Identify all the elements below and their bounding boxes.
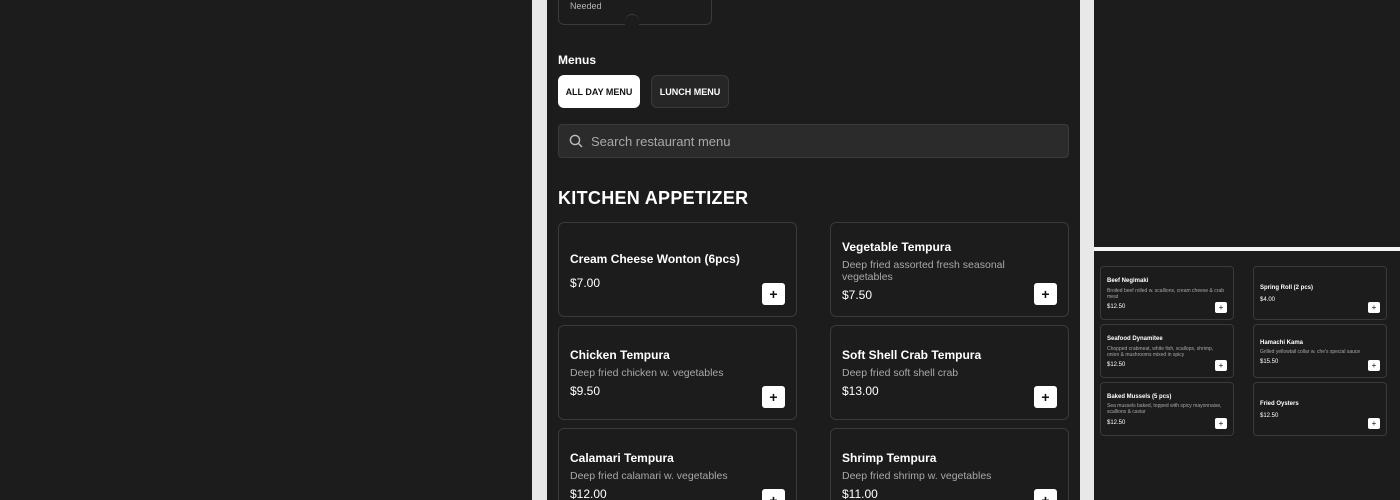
menu-item-card[interactable]: Shrimp Tempura Deep fried shrimp w. vege… (830, 428, 1069, 500)
preview-pane: Beef Negimaki Broiled beef rolled w. sca… (1094, 0, 1400, 500)
item-description: Deep fried shrimp w. vegetables (842, 470, 992, 482)
preview-item-name: Baked Mussels (5 pcs) (1107, 394, 1172, 400)
item-name: Chicken Tempura (570, 348, 670, 362)
add-item-button[interactable]: + (1034, 386, 1057, 408)
item-description: Deep fried calamari w. vegetables (570, 470, 728, 482)
preview-item-name: Spring Roll (2 pcs) (1260, 285, 1314, 291)
menu-item-card[interactable]: Vegetable Tempura Deep fried assorted fr… (830, 222, 1069, 317)
menu-item-card[interactable]: Calamari Tempura Deep fried calamari w. … (558, 428, 797, 500)
item-name: Vegetable Tempura (842, 240, 952, 254)
frame-gutter-left (532, 0, 547, 500)
preview-item-price: $12.50 (1260, 413, 1279, 419)
menu-item-card[interactable]: Chicken Tempura Deep fried chicken w. ve… (558, 325, 797, 420)
info-card: Needed (558, 0, 712, 28)
add-item-button[interactable]: + (1034, 283, 1057, 305)
item-description: Deep fried assorted fresh seasonal veget… (842, 259, 1005, 283)
preview-add-button[interactable]: + (1215, 360, 1227, 371)
preview-add-button[interactable]: + (1368, 360, 1380, 371)
add-item-button[interactable]: + (762, 489, 785, 500)
item-description: Deep fried chicken w. vegetables (570, 367, 724, 379)
item-price: $11.00 (842, 487, 878, 500)
item-name: Soft Shell Crab Tempura (842, 348, 982, 362)
preview-item-price: $12.50 (1107, 420, 1126, 426)
all-day-menu-button[interactable]: ALL DAY MENU (558, 75, 640, 108)
item-price: $7.00 (570, 276, 601, 290)
preview-add-button[interactable]: + (1368, 418, 1380, 429)
item-price: $13.00 (842, 384, 879, 398)
item-price: $9.50 (570, 384, 601, 398)
preview-divider (1094, 247, 1400, 251)
preview-item-price: $15.50 (1260, 359, 1279, 365)
search-icon (569, 134, 583, 148)
preview-item-name: Beef Negimaki (1107, 278, 1149, 284)
search-bar (558, 124, 1069, 158)
preview-item-card[interactable]: Spring Roll (2 pcs) $4.00 + (1253, 266, 1387, 320)
preview-item-card[interactable]: Beef Negimaki Broiled beef rolled w. sca… (1100, 266, 1234, 320)
preview-item-card[interactable]: Baked Mussels (5 pcs) Sea mussels baked,… (1100, 382, 1234, 436)
info-card-text: Needed (570, 1, 602, 11)
preview-add-button[interactable]: + (1215, 418, 1227, 429)
preview-item-card[interactable]: Seafood Dynamitee Chopped crabmeat, whit… (1100, 324, 1234, 378)
preview-item-description: Chopped crabmeat, white fish, scallops, … (1107, 346, 1214, 358)
preview-item-name: Seafood Dynamitee (1107, 336, 1163, 342)
item-description: Deep fried soft shell crab (842, 367, 959, 379)
preview-add-button[interactable]: + (1215, 302, 1227, 313)
preview-item-description: Sea mussels baked, topped with spicy may… (1107, 403, 1222, 415)
preview-item-price: $12.50 (1107, 304, 1126, 310)
item-name: Cream Cheese Wonton (6pcs) (570, 252, 740, 266)
menu-item-card[interactable]: Cream Cheese Wonton (6pcs) $7.00 + (558, 222, 797, 317)
menus-heading: Menus (558, 53, 597, 67)
preview-item-description: Broiled beef rolled w. scallions, cream … (1107, 288, 1225, 300)
item-name: Calamari Tempura (570, 451, 674, 465)
menu-item-card[interactable]: Soft Shell Crab Tempura Deep fried soft … (830, 325, 1069, 420)
item-price: $12.00 (570, 487, 607, 500)
menu-panel: Needed Menus ALL DAY MENU LUNCH MENU KIT… (547, 0, 1080, 500)
preview-item-card[interactable]: Hamachi Kama Grilled yellowtail collar w… (1253, 324, 1387, 378)
preview-item-description: Grilled yellowtail collar w. che's speci… (1260, 349, 1361, 355)
add-item-button[interactable]: + (762, 386, 785, 408)
section-title: KITCHEN APPETIZER (558, 188, 749, 208)
lunch-menu-button[interactable]: LUNCH MENU (651, 75, 729, 108)
info-card-pointer (625, 14, 639, 28)
add-item-button[interactable]: + (1034, 489, 1057, 500)
item-price: $7.50 (842, 288, 873, 302)
preview-item-card[interactable]: Fried Oysters $12.50 + (1253, 382, 1387, 436)
add-item-button[interactable]: + (762, 283, 785, 305)
preview-item-name: Hamachi Kama (1260, 340, 1304, 346)
preview-item-price: $12.50 (1107, 362, 1126, 368)
preview-item-price: $4.00 (1260, 297, 1276, 303)
preview-add-button[interactable]: + (1368, 302, 1380, 313)
preview-item-name: Fried Oysters (1260, 401, 1299, 407)
frame-gutter-right (1080, 0, 1094, 500)
search-input[interactable] (591, 133, 1051, 149)
left-backdrop (0, 0, 532, 500)
item-name: Shrimp Tempura (842, 451, 937, 465)
